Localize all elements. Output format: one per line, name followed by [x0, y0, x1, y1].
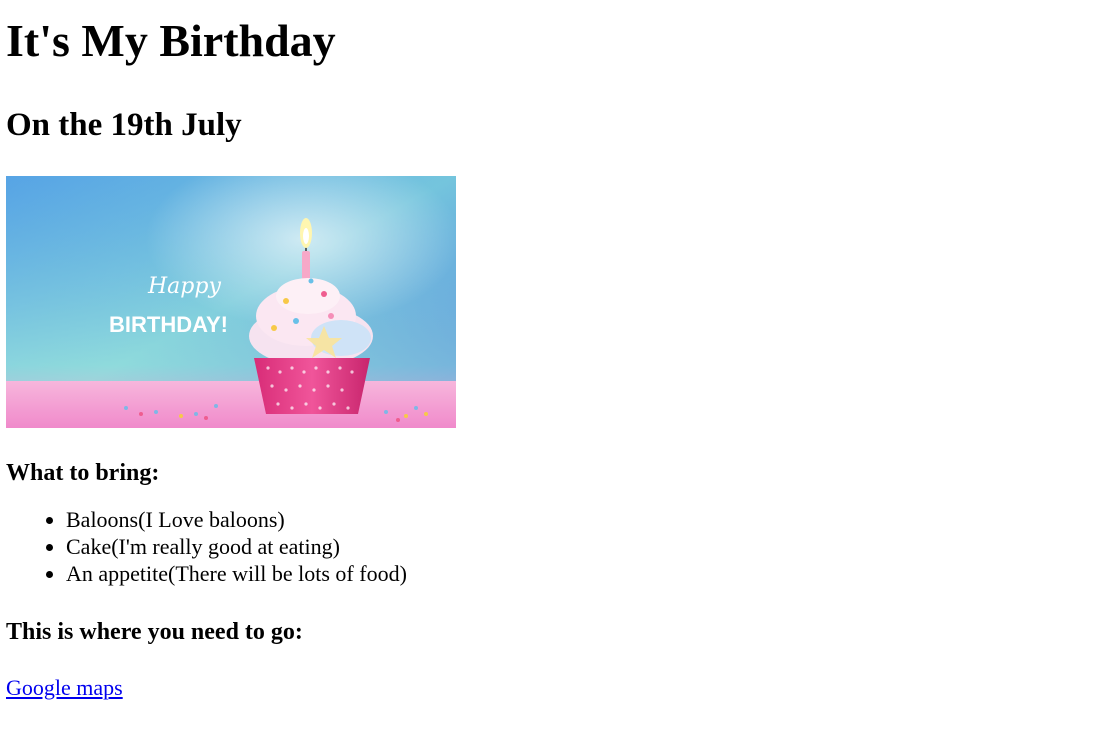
image-caption-caps: BIRTHDAY!: [109, 312, 228, 337]
list-item: Cake(I'm really good at eating): [66, 533, 1096, 560]
list-item: An appetite(There will be lots of food): [66, 560, 1096, 587]
page-subtitle: On the 19th July: [6, 107, 242, 143]
bring-heading: What to bring:: [6, 460, 160, 486]
page-title: It's My Birthday: [6, 15, 336, 66]
page: It's My Birthday On the 19th July Happy …: [0, 14, 1102, 703]
birthday-cupcake-image: Happy BIRTHDAY!: [6, 176, 456, 428]
google-maps-link[interactable]: Google maps: [6, 675, 123, 700]
where-heading: This is where you need to go:: [6, 619, 303, 645]
list-item: Baloons(I Love baloons): [66, 506, 1096, 533]
map-link-paragraph: Google maps: [6, 673, 1096, 703]
bring-list: Baloons(I Love baloons) Cake(I'm really …: [6, 506, 1096, 587]
image-caption-script: Happy: [147, 274, 221, 299]
